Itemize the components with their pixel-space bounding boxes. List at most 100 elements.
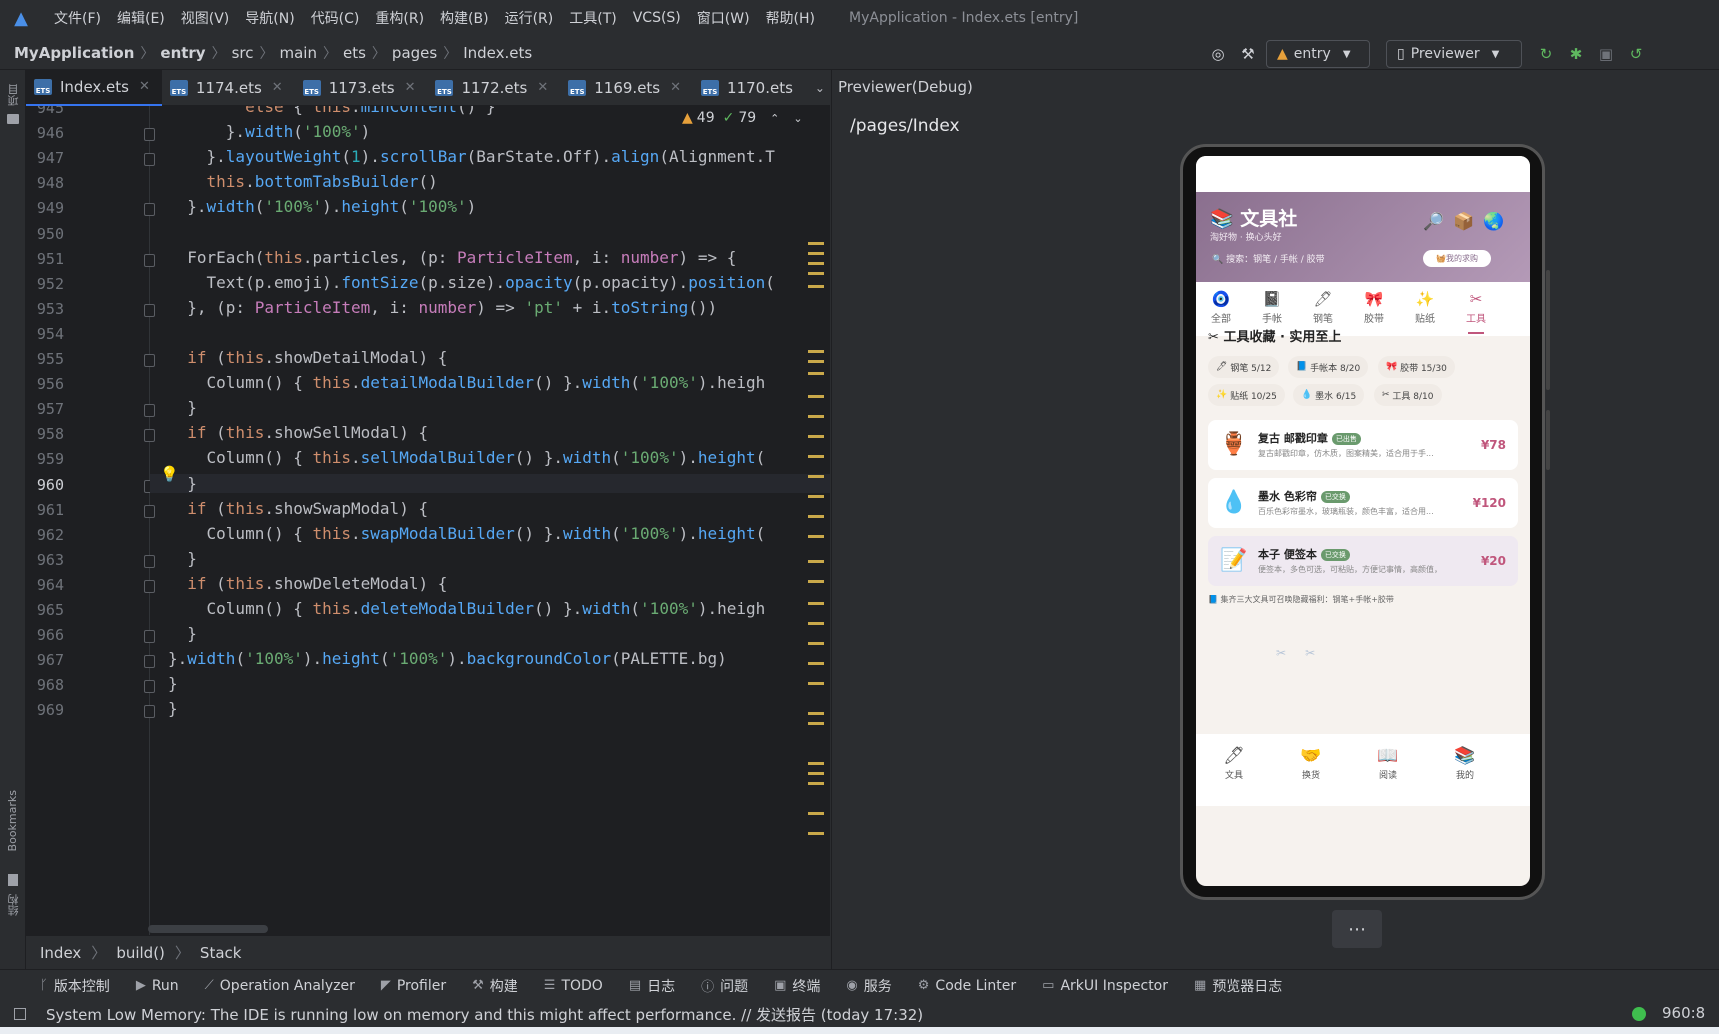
crumb-build[interactable]: build() (116, 944, 165, 962)
chevron-down-icon[interactable]: ⌄ (793, 112, 802, 125)
menu-window[interactable]: 窗口(W) (697, 8, 750, 28)
close-icon[interactable]: ✕ (272, 80, 283, 95)
breadcrumb-pages[interactable]: pages (392, 44, 437, 62)
code-line[interactable]: }.layoutWeight(1).scrollBar(BarState.Off… (168, 147, 775, 166)
crumb-index[interactable]: Index (40, 944, 81, 962)
code-line[interactable]: if (this.showDeleteModal) { (168, 574, 447, 593)
fold-marker-icon[interactable] (144, 404, 155, 418)
menu-edit[interactable]: 编辑(E) (117, 8, 165, 28)
scrollbar-marker[interactable] (808, 772, 824, 775)
category-tools[interactable]: ✂ 工具 (1451, 290, 1501, 325)
my-wants-button[interactable]: 🧺 我的求购 (1423, 250, 1491, 267)
scrollbar-marker[interactable] (808, 812, 824, 815)
tab-stationery[interactable]: 🖊 文具 (1204, 746, 1264, 781)
fold-marker-icon[interactable] (144, 153, 155, 167)
tool-previewer-log[interactable]: ▦ 预览器日志 (1194, 976, 1282, 996)
fold-marker-icon[interactable] (144, 630, 155, 644)
scrollbar-marker[interactable] (808, 662, 824, 665)
scrollbar-marker[interactable] (808, 712, 824, 715)
fold-marker-icon[interactable] (144, 253, 155, 267)
scrollbar-marker[interactable] (808, 415, 824, 418)
scrollbar-marker[interactable] (808, 580, 824, 583)
menu-code[interactable]: 代码(C) (311, 8, 360, 28)
horizontal-scrollbar[interactable] (148, 925, 268, 933)
scrollbar-marker[interactable] (808, 535, 824, 538)
debug-icon[interactable]: ✱ (1566, 44, 1586, 64)
scrollbar-marker[interactable] (808, 350, 824, 353)
item-card[interactable]: 💧 墨水 色彩帘 已交换 百乐色彩帘墨水，玻璃瓶装，颜色丰富，适合用... ¥12… (1208, 478, 1518, 528)
fold-marker-icon[interactable] (144, 680, 155, 694)
tab-swap[interactable]: 🤝 换货 (1281, 746, 1341, 781)
code-line[interactable]: }.width('100%') (168, 122, 371, 141)
tool-run[interactable]: ▶ Run (136, 978, 179, 994)
sync-icon[interactable]: ↺ (1626, 44, 1646, 64)
tab-1174[interactable]: ETS 1174.ets ✕ (162, 70, 295, 106)
category-tape[interactable]: 🎀 胶带 (1349, 290, 1399, 325)
breadcrumb-project[interactable]: MyApplication (14, 44, 134, 62)
code-line[interactable]: this.bottomTabsBuilder() (168, 172, 438, 191)
category-all[interactable]: 🧿 全部 (1196, 290, 1246, 325)
scrollbar-marker[interactable] (808, 602, 824, 605)
breadcrumb-ets[interactable]: ets (343, 44, 366, 62)
bookmarks-tool-label[interactable]: Bookmarks (6, 790, 19, 851)
scrollbar-marker[interactable] (808, 515, 824, 518)
tab-index[interactable]: ETS Index.ets ✕ (26, 69, 162, 106)
tool-arkui-inspector[interactable]: ▭ ArkUI Inspector (1042, 978, 1168, 994)
lightbulb-icon[interactable]: 💡 (160, 465, 180, 485)
status-message[interactable]: System Low Memory: The IDE is running lo… (46, 1004, 923, 1025)
code-line[interactable]: }, (p: ParticleItem, i: number) => 'pt' … (168, 298, 717, 317)
item-card[interactable]: 📝 本子 便签本 已交换 便签本，多色可选，可粘贴，方便记事情，高颜值， ¥20 (1208, 536, 1518, 586)
code-line[interactable]: } (168, 624, 197, 643)
tool-code-linter[interactable]: ⚙ Code Linter (918, 978, 1016, 994)
scrollbar-marker[interactable] (808, 762, 824, 765)
fold-marker-icon[interactable] (144, 203, 155, 217)
scrollbar-marker[interactable] (808, 782, 824, 785)
breadcrumb-file[interactable]: Index.ets (463, 44, 532, 62)
rerun-icon[interactable]: ↻ (1536, 44, 1556, 64)
code-editor[interactable]: 945 946 947 948 949 950 951 952 953 954 955 956 957 9… (26, 106, 830, 936)
menu-view[interactable]: 视图(V) (181, 8, 230, 28)
category-journal[interactable]: 📓 手帐 (1247, 290, 1297, 325)
tool-services[interactable]: ◉ 服务 (846, 976, 891, 996)
fold-marker-icon[interactable] (144, 655, 155, 669)
close-icon[interactable]: ✕ (670, 80, 681, 95)
bookmark-icon[interactable] (8, 874, 18, 886)
tab-mine[interactable]: 📚 我的 (1435, 746, 1495, 781)
scrollbar-marker[interactable] (808, 622, 824, 625)
fold-marker-icon[interactable] (144, 705, 155, 719)
scrollbar-marker[interactable] (808, 242, 824, 245)
code-line[interactable]: } (168, 398, 197, 417)
code-line[interactable]: } (168, 674, 178, 693)
scrollbar-marker[interactable] (808, 272, 824, 275)
close-icon[interactable]: ✕ (139, 79, 150, 94)
crumb-stack[interactable]: Stack (200, 944, 242, 962)
code-line[interactable]: if (this.showDetailModal) { (168, 348, 447, 367)
code-line[interactable]: }.width('100%').height('100%').backgroun… (168, 649, 727, 668)
code-line[interactable]: Column() { this.deleteModalBuilder() }.w… (168, 599, 766, 618)
fold-marker-icon[interactable] (144, 128, 155, 142)
magnifier-icon[interactable]: 🔎 (1423, 212, 1444, 232)
code-line[interactable]: Column() { this.swapModalBuilder() }.wid… (168, 524, 766, 543)
scrollbar-marker[interactable] (808, 360, 824, 363)
scrollbar-marker[interactable] (808, 285, 824, 288)
category-pen[interactable]: 🖊 钢笔 (1298, 290, 1348, 325)
menu-build[interactable]: 构建(B) (440, 8, 489, 28)
code-line[interactable]: if (this.showSellModal) { (168, 423, 428, 442)
code-line[interactable]: Text(p.emoji).fontSize(p.size).opacity(p… (168, 273, 775, 292)
scrollbar-marker[interactable] (808, 560, 824, 563)
tab-1169[interactable]: ETS 1169.ets ✕ (560, 70, 693, 106)
menu-refactor[interactable]: 重构(R) (375, 8, 424, 28)
tool-todo[interactable]: ☰ TODO (544, 978, 603, 994)
profile-icon[interactable]: 🌏 (1483, 212, 1504, 232)
fold-marker-icon[interactable] (144, 429, 155, 443)
code-line[interactable]: ForEach(this.particles, (p: ParticleItem… (168, 248, 736, 267)
code-line[interactable]: else { this.minContent() } (168, 106, 495, 116)
menu-navigate[interactable]: 导航(N) (245, 8, 294, 28)
menu-help[interactable]: 帮助(H) (766, 8, 815, 28)
project-tool-label[interactable]: 项目 (6, 84, 22, 106)
scrollbar-marker[interactable] (808, 722, 824, 725)
tool-operation-analyzer[interactable]: ⟋ Operation Analyzer (205, 978, 355, 994)
menu-run[interactable]: 运行(R) (505, 8, 554, 28)
scrollbar-marker[interactable] (808, 832, 824, 835)
menu-tools[interactable]: 工具(T) (569, 8, 616, 28)
